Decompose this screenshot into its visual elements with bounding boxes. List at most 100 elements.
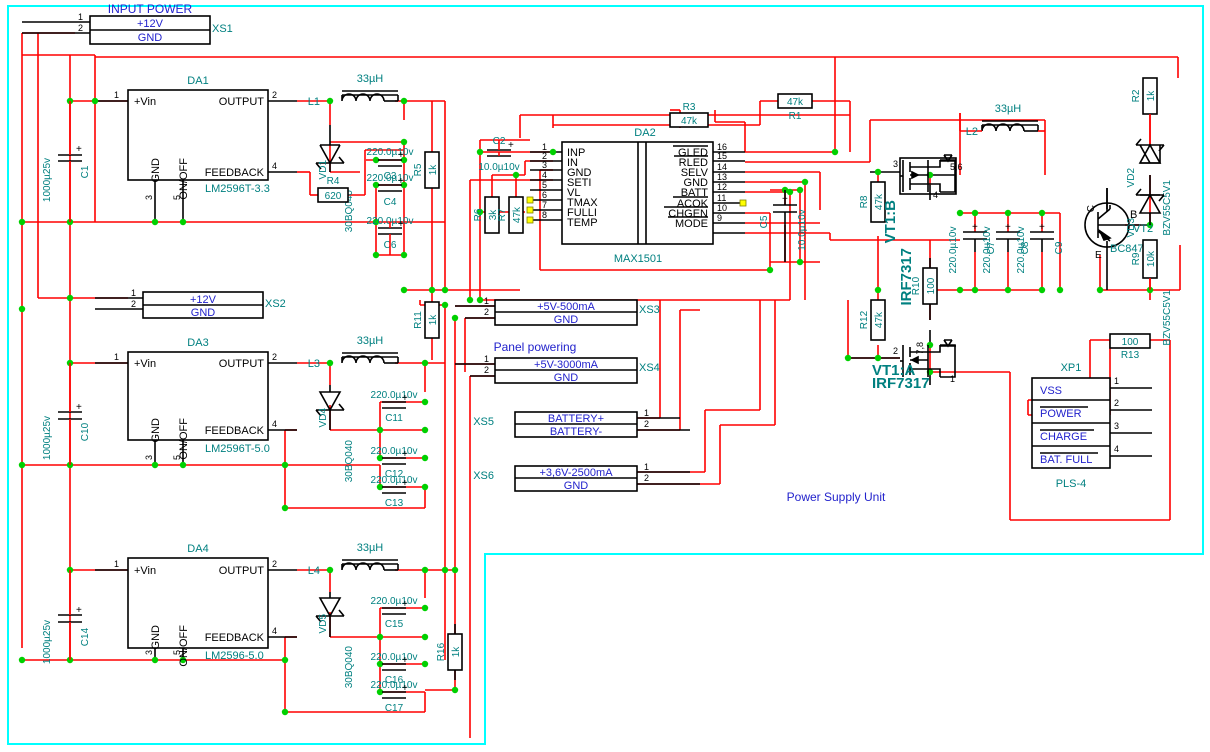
- r2-refdes: R2: [1131, 89, 1142, 102]
- resistor-r13: 100 R13: [1109, 333, 1151, 361]
- cap-c11: 220.0µ10v C11 +: [371, 390, 418, 424]
- c13-value: 220.0µ10v: [371, 475, 418, 486]
- xs6-pin-2: 2: [644, 473, 649, 483]
- resistor-r7: 47k R7: [497, 196, 524, 234]
- c2-value: 10.0µ10v: [478, 162, 519, 173]
- r3-value: 47k: [681, 116, 698, 127]
- vt1a-part: IRF7317: [872, 375, 930, 392]
- vt1b-pin-56: 5,6: [950, 162, 963, 172]
- c15-value: 220.0µ10v: [371, 596, 418, 607]
- da1-pin-vin: +Vin: [134, 96, 156, 108]
- da3-pin-gnd: GND: [150, 418, 162, 443]
- da2-num-8: 8: [542, 210, 547, 220]
- xs4-pin-1: 1: [484, 354, 489, 364]
- c1-value: 1000µ25v: [42, 158, 53, 202]
- c4-plus: +: [398, 176, 404, 187]
- c6-plus: +: [398, 219, 404, 230]
- da2-num-6: 6: [542, 190, 547, 200]
- connector-xp1[interactable]: XP1 PLS-4 VSS POWER CHARGE BAT. FULL 1 2…: [1031, 362, 1119, 490]
- da3-pin-output: OUTPUT: [219, 358, 265, 370]
- sheet-title: Power Supply Unit: [787, 490, 886, 504]
- da1-num-1: 1: [114, 90, 119, 100]
- c17-value: 220.0µ10v: [371, 680, 418, 691]
- c3-plus: +: [398, 150, 404, 161]
- r12-refdes: R12: [859, 310, 870, 329]
- da4-num-3: 3: [144, 650, 154, 655]
- da2-pin-temp: TEMP: [567, 217, 598, 229]
- resistor-r1: 47k R1: [777, 93, 813, 122]
- c12-value: 220.0µ10v: [371, 446, 418, 457]
- xs6-row-2: GND: [564, 480, 589, 492]
- inductor-l3: 33µH L3: [308, 335, 399, 370]
- xs1-refdes: XS1: [212, 23, 233, 35]
- schematic-canvas: INPUT POWER +12V GND XS1 1 2 DA1 +Vin OU…: [7, 2, 1204, 745]
- r5-refdes: R5: [413, 163, 424, 176]
- xs5-pin-2: 2: [644, 419, 649, 429]
- xp1-row-batfull: BAT. FULL: [1040, 454, 1092, 466]
- r7-refdes: R7: [497, 208, 508, 221]
- r16-value: 1k: [451, 646, 462, 658]
- l4-value: 33µH: [357, 542, 384, 554]
- schematic-sheet: INPUT POWER +12V GND XS1 1 2 DA1 +Vin OU…: [0, 0, 1210, 752]
- da3-num-5: 5: [172, 455, 182, 460]
- resistor-r16: 1k R16: [436, 624, 463, 680]
- da1-pin-output: OUTPUT: [219, 96, 265, 108]
- c10-value: 1000µ25v: [42, 416, 53, 460]
- vt1b-pin-4: 4: [933, 190, 938, 200]
- r13-value: 100: [1122, 337, 1139, 348]
- connector-xs4[interactable]: +5V-3000mA GND XS4 1 2: [484, 354, 660, 384]
- da2-num-14: 14: [717, 162, 727, 172]
- r1-value: 47k: [787, 97, 804, 108]
- xs2-pin-1: 1: [131, 288, 136, 298]
- vt1b-refdes: VT1:B: [882, 200, 899, 244]
- c11-plus: +: [402, 393, 408, 404]
- da3-pin-onoff: ON/OFF: [178, 418, 190, 460]
- connector-xs6[interactable]: +3,6V-2500mA GND XS6 1 2: [473, 462, 649, 492]
- c16-plus: +: [402, 655, 408, 666]
- connector-xs2[interactable]: +12V GND XS2 1 2: [131, 288, 286, 319]
- connector-xs5[interactable]: BATTERY+ BATTERY- XS5 1 2: [473, 408, 649, 438]
- xp1-row-power: POWER: [1040, 408, 1082, 420]
- regulator-da4[interactable]: DA4 +Vin OUTPUT FEEDBACK GND ON/OFF LM25…: [114, 543, 277, 667]
- xs3-pin-1: 1: [484, 296, 489, 306]
- da2-num-3: 3: [542, 160, 547, 170]
- nc-pad-8: [526, 216, 534, 224]
- diode-vd4: VD4 30BQ040: [315, 385, 355, 482]
- vd3-refdes: VD3: [1126, 218, 1137, 238]
- da1-refdes: DA1: [187, 75, 208, 87]
- regulator-da3[interactable]: DA3 +Vin OUTPUT FEEDBACK GND ON/OFF LM25…: [114, 337, 277, 460]
- da2-num-7: 7: [542, 200, 547, 210]
- da4-pin-feedback: FEEDBACK: [205, 632, 265, 644]
- inductor-l4: 33µH L4: [308, 542, 399, 577]
- da2-num-11: 11: [717, 193, 726, 203]
- ic-da2[interactable]: DA2 MAX1501 INP IN GND SETI VL TMAX FULL…: [526, 127, 747, 265]
- da1-pin-onoff: ON/OFF: [178, 158, 190, 200]
- da4-part: LM2596-5.0: [205, 650, 264, 662]
- da1-num-3: 3: [144, 195, 154, 200]
- da2-num-10: 10: [717, 203, 727, 213]
- da1-num-2: 2: [272, 90, 277, 100]
- regulator-da1[interactable]: DA1 +Vin OUTPUT FEEDBACK GND ON/OFF LM25…: [114, 75, 277, 200]
- c4-refdes: C4: [384, 197, 397, 208]
- diode-vd5: VD5 30BQ040: [315, 592, 355, 688]
- c15-plus: +: [402, 599, 408, 610]
- r5-value: 1k: [428, 164, 439, 176]
- l3-value: 33µH: [357, 335, 384, 347]
- resistor-r12: 47k R12: [859, 299, 886, 341]
- xs4-row-2: GND: [554, 372, 579, 384]
- da4-num-2: 2: [272, 559, 277, 569]
- connector-xs3[interactable]: +5V-500mA GND XS3 1 2: [484, 296, 660, 326]
- connector-xs1[interactable]: INPUT POWER +12V GND XS1 1 2: [78, 2, 233, 45]
- vt1b-pin-3: 3: [893, 159, 898, 169]
- r4-value: 620: [325, 191, 342, 202]
- xs3-row-1: +5V-500mA: [537, 301, 595, 313]
- c10-refdes: C10: [80, 422, 91, 441]
- da4-refdes: DA4: [187, 543, 208, 555]
- c13-plus: +: [402, 478, 408, 489]
- xs1-row-1: +12V: [137, 18, 164, 30]
- xp1-row-charge: CHARGE: [1040, 431, 1087, 443]
- da3-num-2: 2: [272, 352, 277, 362]
- nc-pad-7: [526, 206, 534, 214]
- xp1-pin-3: 3: [1114, 421, 1119, 431]
- l4-refdes: L4: [308, 565, 320, 577]
